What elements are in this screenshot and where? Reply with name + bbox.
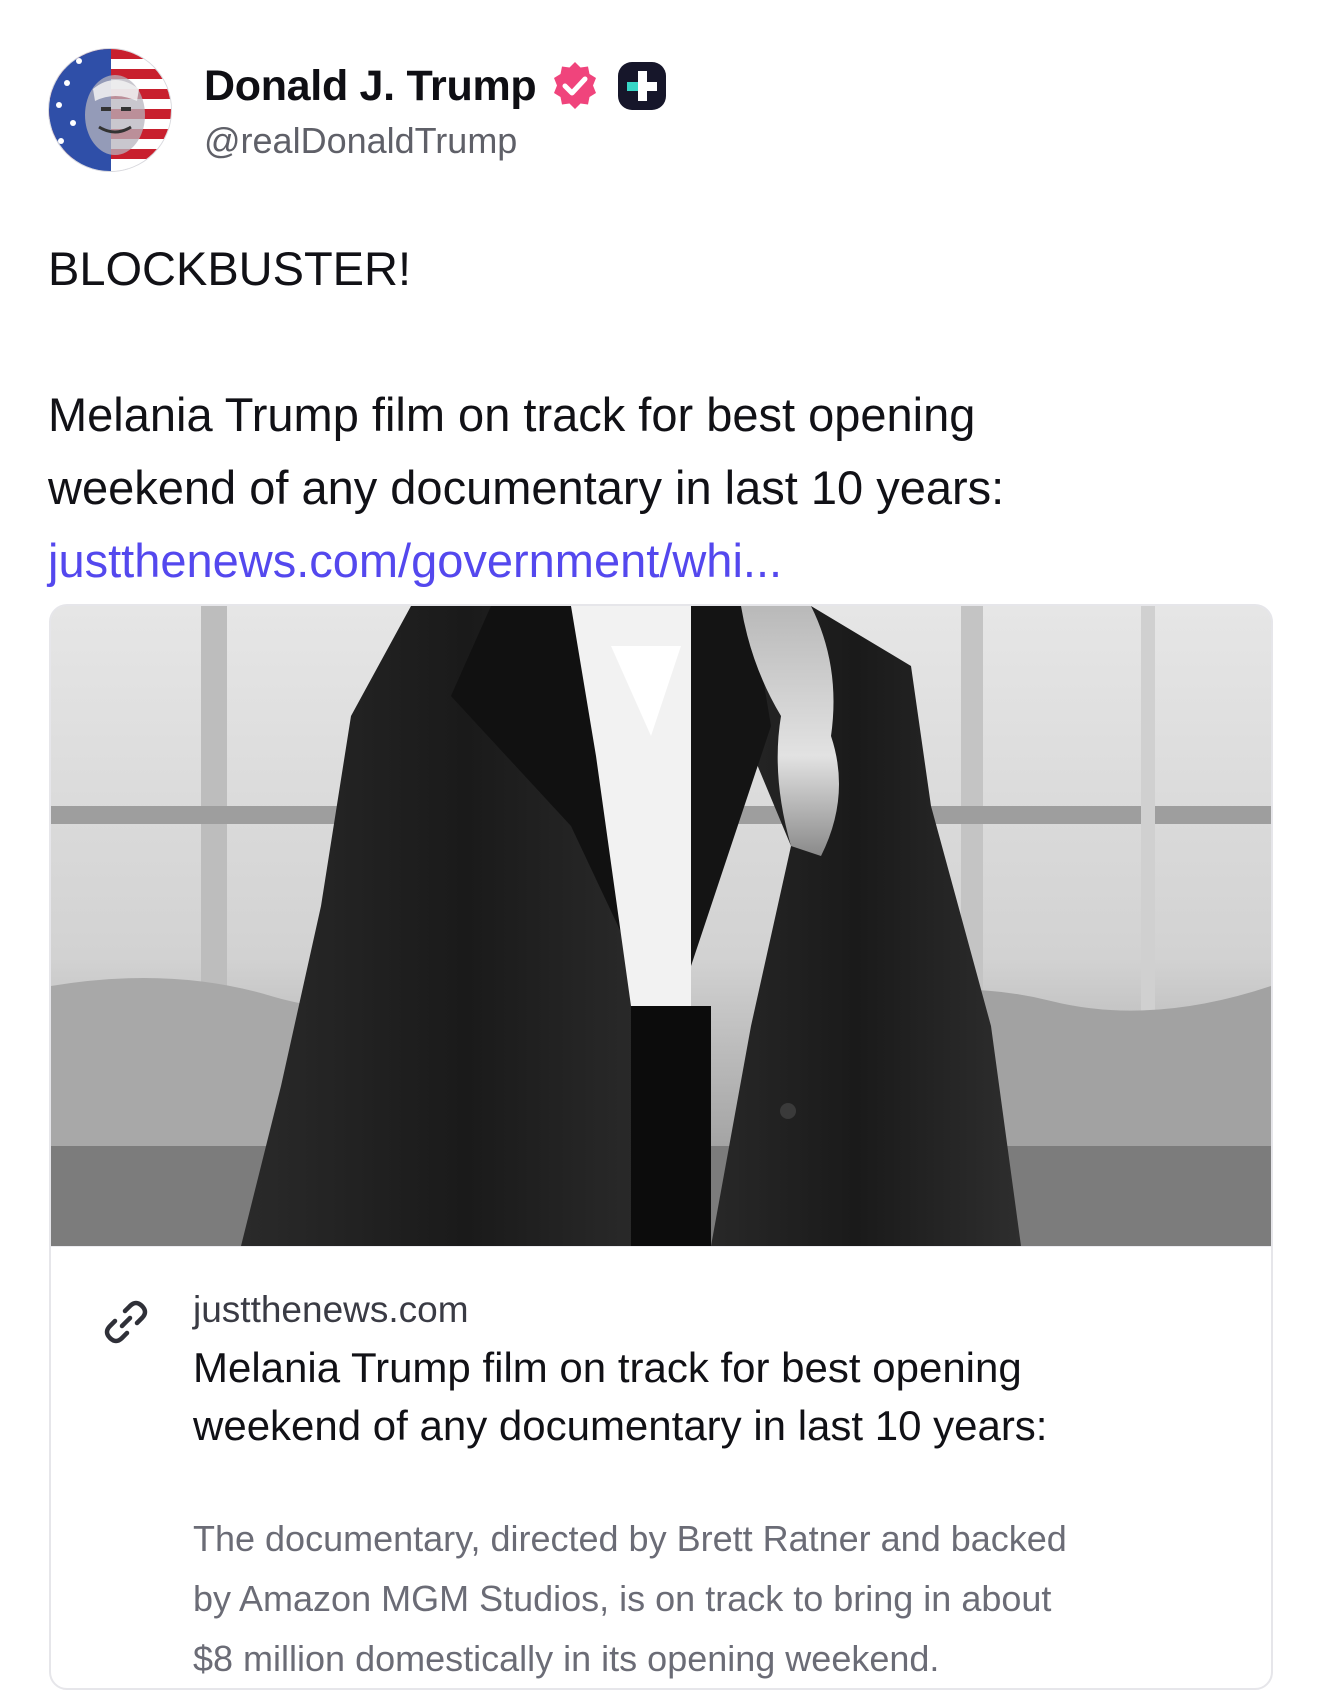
post-text: BLOCKBUSTER! Melania Trump film on track… (48, 232, 1278, 597)
link-preview-description-line: $8 million domestically in its opening w… (193, 1638, 940, 1679)
post-container: Donald J. Trump @realDonaldTrump BLOCKBU… (0, 0, 1320, 1704)
link-preview-title: Melania Trump film on track for best ope… (193, 1339, 1233, 1455)
link-preview-domain: justthenews.com (193, 1289, 469, 1330)
link-preview-meta: justthenews.com Melania Trump film on tr… (51, 1246, 1271, 1687)
link-preview-title-line: Melania Trump film on track for best ope… (193, 1344, 1022, 1391)
link-chain-icon (101, 1297, 151, 1347)
link-preview-card[interactable]: justthenews.com Melania Trump film on tr… (49, 604, 1273, 1690)
link-preview-description-line: by Amazon MGM Studios, is on track to br… (193, 1578, 1052, 1619)
post-body-line: weekend of any documentary in last 10 ye… (48, 461, 1005, 514)
post-headline: BLOCKBUSTER! (48, 242, 412, 295)
link-preview-title-line: weekend of any documentary in last 10 ye… (193, 1402, 1048, 1449)
author-avatar[interactable] (48, 48, 172, 172)
link-preview-description: The documentary, directed by Brett Ratne… (193, 1509, 1243, 1688)
verified-badge-icon (548, 59, 602, 113)
american-flag-portrait-avatar (49, 49, 171, 171)
post-link[interactable]: justthenews.com/government/whi... (48, 524, 1278, 597)
truth-plus-icon (616, 60, 668, 112)
author-handle[interactable]: @realDonaldTrump (204, 120, 517, 162)
post-body-line: Melania Trump film on track for best ope… (48, 388, 976, 441)
author-name-row: Donald J. Trump (204, 58, 668, 114)
link-preview-image (51, 606, 1271, 1246)
author-display-name[interactable]: Donald J. Trump (204, 62, 537, 111)
link-preview-description-line: The documentary, directed by Brett Ratne… (193, 1518, 1067, 1559)
